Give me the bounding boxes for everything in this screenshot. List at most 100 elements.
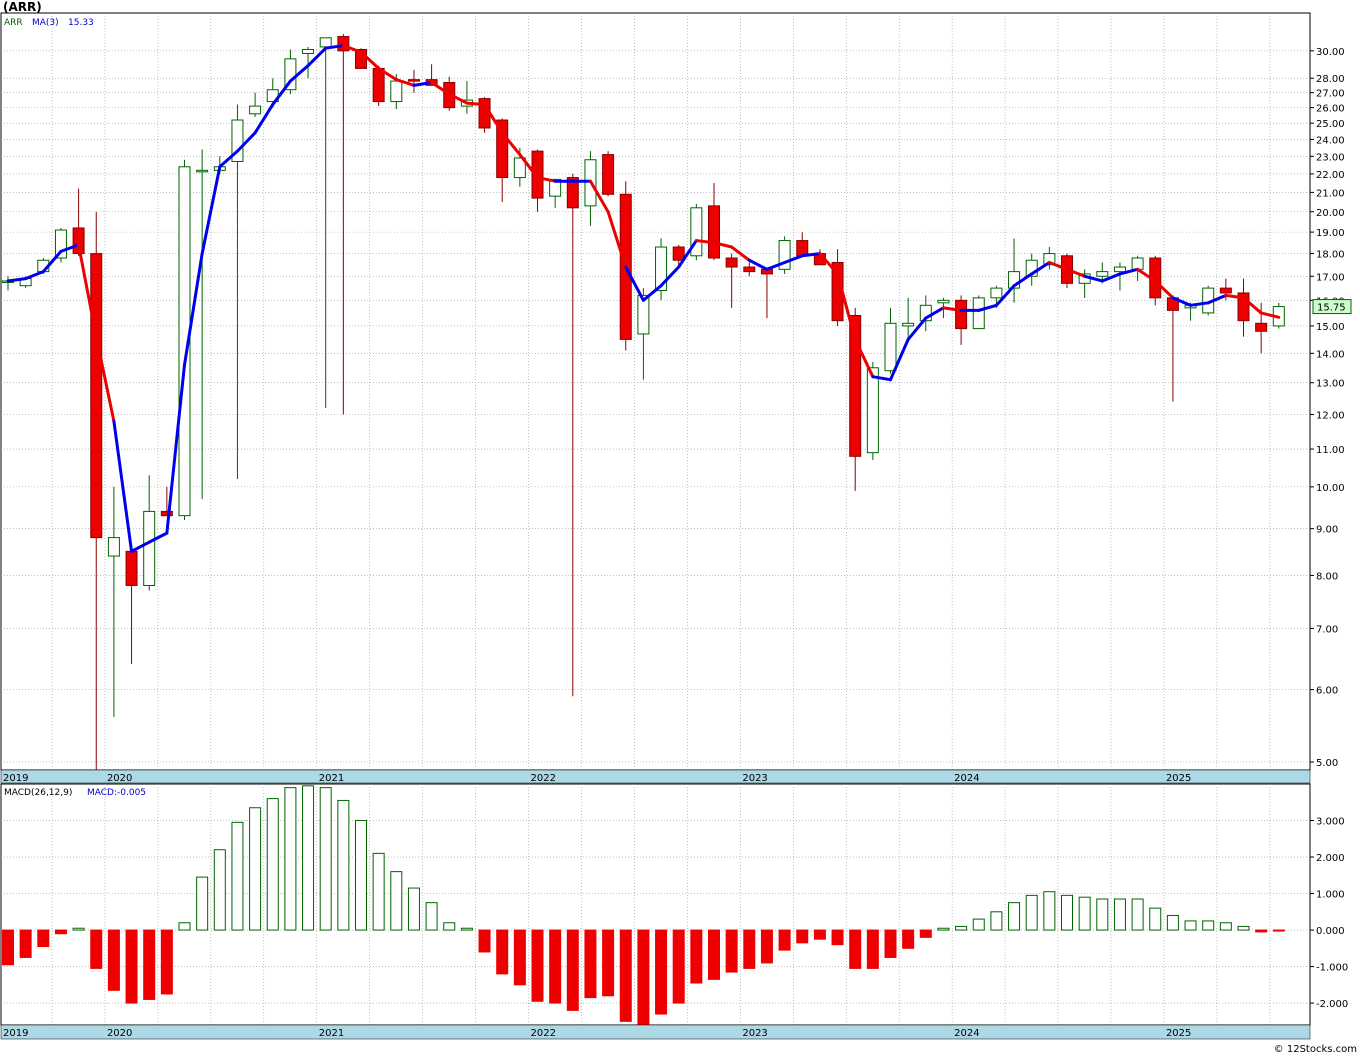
macd-bar: [1255, 929, 1268, 933]
macd-bar: [1272, 929, 1285, 932]
candle-body: [990, 287, 1003, 299]
ticker-title: (ARR): [3, 0, 42, 14]
candle-body: [902, 322, 915, 327]
macd-bar: [249, 807, 262, 931]
macd-bar: [743, 929, 756, 969]
macd-bar: [902, 929, 915, 949]
candle-body: [725, 257, 738, 268]
macd-bar: [1025, 894, 1038, 931]
price-y-tick-label: 13.00: [1316, 379, 1345, 390]
macd-bar: [831, 929, 844, 946]
price-x-tick-label: 2020: [107, 773, 132, 784]
macd-bar: [337, 799, 350, 931]
macd-bar: [584, 929, 597, 999]
macd-bar: [690, 929, 703, 984]
macd-bar: [1219, 922, 1232, 931]
macd-bar: [443, 922, 456, 931]
macd-bar: [884, 929, 897, 958]
candle: [690, 203, 703, 261]
macd-bar: [19, 929, 32, 958]
price-y-tick-label: 30.00: [1316, 47, 1345, 58]
macd-bar: [54, 929, 67, 935]
candle-body: [866, 367, 879, 454]
macd-bar: [672, 929, 685, 1004]
macd-x-tick-label: 2020: [107, 1028, 132, 1039]
macd-bar: [725, 929, 738, 973]
legend-ma-label: MA(3): [32, 18, 59, 28]
macd-bar: [1166, 914, 1179, 931]
candle-body: [143, 510, 156, 586]
macd-bar: [2, 929, 14, 966]
macd-bar: [708, 929, 720, 980]
candle-body: [196, 169, 209, 173]
legend-ma-value: 15.33: [68, 18, 94, 28]
macd-x-tick-label: 2019: [3, 1028, 28, 1039]
price-y-tick-label: 18.00: [1316, 250, 1345, 261]
macd-bar: [1113, 898, 1126, 931]
macd-bar: [778, 929, 791, 951]
macd-bar: [266, 798, 279, 931]
macd-x-tick-label: 2025: [1166, 1028, 1191, 1039]
price-y-tick-label: 14.00: [1316, 349, 1345, 360]
price-x-tick-label: 2021: [319, 773, 344, 784]
candle-body: [602, 154, 615, 195]
candle-body: [743, 266, 756, 273]
legend-ticker: ARR: [4, 18, 23, 28]
macd-bar: [1043, 891, 1056, 931]
price-x-tick-label: 2025: [1166, 773, 1191, 784]
macd-bar: [125, 929, 138, 1004]
stock-chart: (ARR) 5.00 6.00 7.00 8.00 9.00 10.00 11.00 12.0…: [0, 0, 1360, 1056]
price-y-tick-label: 10.00: [1316, 483, 1345, 494]
price-y-tick-label: 7.00: [1316, 624, 1338, 635]
price-y-tick-label: 28.00: [1316, 74, 1345, 85]
candle-body: [1219, 287, 1232, 294]
macd-bar: [478, 929, 491, 953]
candle-body: [372, 67, 385, 103]
candle-body: [125, 550, 138, 586]
candle-body: [160, 510, 173, 517]
price-y-tick-label: 17.00: [1316, 272, 1345, 283]
macd-bar: [813, 929, 826, 940]
macd-x-tick-label: 2021: [319, 1028, 344, 1039]
macd-x-band-bg: [0, 1024, 1311, 1040]
macd-x-axis-band: 2019 2020 2021 2022 2023 2024 2025: [0, 1024, 1311, 1040]
macd-bar: [90, 929, 103, 969]
macd-bar: [1237, 925, 1250, 931]
price-y-tick-label: 6.00: [1316, 686, 1338, 697]
macd-bar: [1184, 920, 1197, 931]
macd-bar: [178, 922, 191, 931]
watermark: © 12Stocks.com: [1274, 1044, 1357, 1055]
macd-bar: [72, 927, 85, 931]
macd-x-tick-label: 2022: [531, 1028, 556, 1039]
price-y-tick-label: 22.00: [1316, 170, 1345, 181]
candle-body: [407, 79, 420, 82]
candle-body: [884, 322, 897, 372]
macd-x-tick-label: 2024: [954, 1028, 979, 1039]
candle-body: [796, 240, 809, 257]
macd-bar: [937, 927, 950, 931]
macd-bar: [849, 929, 862, 969]
macd-bar: [955, 925, 968, 931]
macd-bar: [637, 929, 650, 1026]
macd-bar: [390, 871, 403, 931]
candle-body: [107, 537, 120, 557]
macd-bar: [1096, 898, 1109, 931]
macd-bar: [1061, 894, 1073, 931]
candle-body: [1255, 322, 1268, 332]
macd-bar: [990, 911, 1003, 931]
macd-bar: [1078, 896, 1091, 931]
candle: [602, 151, 615, 197]
price-x-axis-band: 2019 2020 2021 2022 2023 2024 2025: [0, 769, 1311, 784]
macd-bar: [196, 876, 209, 931]
candle-body: [955, 299, 968, 330]
macd-bar: [372, 852, 385, 931]
price-y-tick-label: 27.00: [1316, 89, 1345, 100]
price-y-tick-label: 23.00: [1316, 152, 1345, 163]
macd-bar: [972, 918, 985, 931]
macd-bar: [107, 929, 120, 991]
price-y-tick-label: 21.00: [1316, 188, 1345, 199]
macd-legend-value: MACD:-0.005: [87, 788, 146, 798]
macd-y-tick-label: -2.000: [1316, 999, 1348, 1010]
candle: [972, 295, 985, 330]
macd-x-tick-label: 2023: [742, 1028, 767, 1039]
